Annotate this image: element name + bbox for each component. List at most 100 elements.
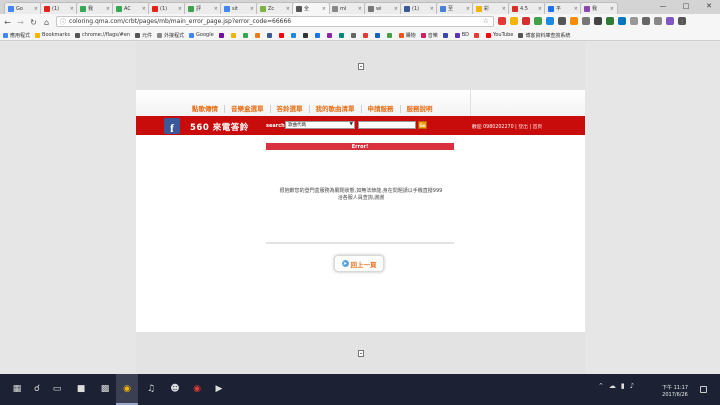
app-icon[interactable]: ☻ — [168, 382, 182, 396]
bookmark-star-icon[interactable]: ☆ — [483, 17, 489, 25]
home-icon[interactable]: ⌂ — [41, 17, 52, 28]
extension-icon[interactable] — [522, 17, 530, 25]
tab-close-icon[interactable]: × — [356, 6, 362, 12]
extension-icon[interactable] — [582, 17, 590, 25]
browser-tab[interactable]: (1) × — [40, 2, 78, 14]
maximize-icon[interactable]: □ — [675, 0, 697, 12]
menu-item[interactable]: 答鈴選單 — [277, 105, 310, 113]
browser-tab[interactable]: (1) × — [148, 2, 186, 14]
tab-close-icon[interactable]: × — [176, 6, 182, 12]
bookmark-item[interactable]: Bookmarks — [35, 32, 70, 38]
back-icon[interactable]: ← — [2, 17, 13, 28]
tab-close-icon[interactable]: × — [212, 6, 218, 12]
extension-icon[interactable] — [618, 17, 626, 25]
bookmark-item[interactable] — [374, 32, 382, 38]
browser-tab[interactable]: Go × — [4, 2, 42, 14]
tab-close-icon[interactable]: × — [536, 6, 542, 12]
tab-close-icon[interactable]: × — [104, 6, 110, 12]
browser-tab[interactable]: 4.5 × — [508, 2, 546, 14]
tab-close-icon[interactable]: × — [464, 6, 470, 12]
bookmark-item[interactable] — [473, 32, 481, 38]
tab-close-icon[interactable]: × — [140, 6, 146, 12]
home-link[interactable]: 首頁 — [533, 125, 543, 130]
tray-chevron-icon[interactable]: ⌃ — [598, 382, 604, 390]
browser-tab[interactable]: 彩 × — [472, 2, 510, 14]
browser-tab[interactable]: AC × — [112, 2, 150, 14]
bookmark-item[interactable] — [242, 32, 250, 38]
volume-icon[interactable]: ♪ — [630, 382, 634, 390]
browser-tab[interactable]: 我 × — [76, 2, 114, 14]
browser-tab[interactable]: 平 × — [544, 2, 582, 14]
extension-icon[interactable] — [666, 17, 674, 25]
tab-close-icon[interactable]: × — [248, 6, 254, 12]
reload-icon[interactable]: ↻ — [28, 17, 39, 28]
extension-icon[interactable] — [642, 17, 650, 25]
extension-icon[interactable] — [510, 17, 518, 25]
bookmark-item[interactable] — [266, 32, 274, 38]
site-brand[interactable]: 560 來電答鈴 — [190, 121, 249, 133]
bookmark-item[interactable]: 音樂 — [420, 32, 438, 39]
browser-tab[interactable]: 全 × — [292, 2, 330, 14]
bookmark-item[interactable] — [302, 32, 310, 38]
chrome-icon[interactable]: ◉ — [120, 382, 134, 396]
tab-close-icon[interactable]: × — [284, 6, 290, 12]
extension-icon[interactable] — [498, 17, 506, 25]
bookmark-item[interactable]: BD — [454, 32, 469, 38]
browser-tab[interactable]: Zc × — [256, 2, 294, 14]
tab-close-icon[interactable]: × — [428, 6, 434, 12]
windows-start-icon[interactable]: ▦ — [10, 382, 24, 396]
cloud-icon[interactable]: ☁ — [609, 382, 616, 390]
close-window-icon[interactable]: ✕ — [698, 0, 720, 12]
browser-tab[interactable]: 評 × — [184, 2, 222, 14]
extension-icon[interactable] — [570, 17, 578, 25]
bookmark-item[interactable] — [230, 32, 238, 38]
bookmark-item[interactable] — [314, 32, 322, 38]
music-app-icon[interactable]: ◉ — [190, 382, 204, 396]
bookmark-item[interactable] — [338, 32, 346, 38]
bookmark-item[interactable]: 購物 — [398, 32, 416, 39]
app-icon[interactable]: ♫ — [144, 382, 158, 396]
logout-link[interactable]: 登出 — [518, 125, 528, 130]
extension-icon[interactable] — [606, 17, 614, 25]
extension-icon[interactable] — [630, 17, 638, 25]
search-go-button[interactable]: Go — [418, 121, 427, 129]
bookmark-item[interactable]: 外接程式 — [157, 32, 184, 39]
search-type-select[interactable]: 歌曲代碼 ▼ — [285, 121, 355, 129]
browser-tab[interactable]: ml × — [328, 2, 366, 14]
extension-icon[interactable] — [594, 17, 602, 25]
menu-item[interactable]: 點歌傳情 — [192, 105, 225, 113]
forward-icon[interactable]: → — [15, 17, 26, 28]
tab-close-icon[interactable]: × — [32, 6, 38, 12]
menu-item[interactable]: 我的歌曲清單 — [316, 105, 362, 113]
tab-close-icon[interactable]: × — [320, 6, 326, 12]
search-icon[interactable]: ☌ — [30, 382, 44, 396]
bookmark-item[interactable] — [278, 32, 286, 38]
bookmark-item[interactable]: 博客資料庫查詢系統 — [518, 32, 570, 39]
bookmark-item[interactable] — [442, 32, 450, 38]
file-explorer-icon[interactable]: ■ — [74, 382, 88, 396]
menu-item[interactable]: 申請服務 — [368, 105, 401, 113]
bookmark-item[interactable]: 元件 — [135, 32, 152, 39]
menu-dots-icon[interactable]: ⋮ — [678, 17, 686, 25]
bookmark-item[interactable] — [254, 32, 262, 38]
bookmark-item[interactable] — [386, 32, 394, 38]
tab-close-icon[interactable]: × — [392, 6, 398, 12]
browser-tab[interactable]: sit × — [220, 2, 258, 14]
bookmark-item[interactable]: chrome://flags/#en — [74, 32, 130, 38]
address-bar[interactable]: ⓘ coloring.qma.com/crbt/pages/mb/main_er… — [56, 16, 494, 27]
extension-icon[interactable] — [546, 17, 554, 25]
back-button[interactable]: ➤ 回上一頁 — [334, 255, 384, 272]
extension-icon[interactable] — [534, 17, 542, 25]
extension-icon[interactable] — [558, 17, 566, 25]
tab-close-icon[interactable]: × — [500, 6, 506, 12]
notification-icon[interactable] — [700, 386, 707, 393]
browser-tab[interactable]: 我 × — [580, 2, 618, 14]
browser-tab[interactable]: (1) × — [400, 2, 438, 14]
clock[interactable]: 下午 11:17 2017/6/26 — [658, 385, 692, 399]
bookmark-item[interactable] — [350, 32, 358, 38]
bookmark-item[interactable] — [218, 32, 226, 38]
tab-close-icon[interactable]: × — [572, 6, 578, 12]
menu-item[interactable]: 音樂盒選單 — [231, 105, 271, 113]
bookmark-item[interactable] — [362, 32, 370, 38]
film-app-icon[interactable]: ▩ — [98, 382, 112, 396]
